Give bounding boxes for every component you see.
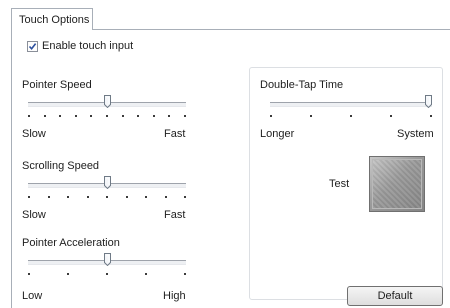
slider-tick: [28, 196, 30, 198]
double-tap-min-label: Longer: [260, 128, 295, 140]
double-tap-test-area[interactable]: [369, 156, 425, 212]
double-tap-slider[interactable]: [270, 95, 432, 119]
pointer-acceleration-max-label: High: [163, 290, 186, 302]
slider-tick: [106, 273, 108, 275]
pointer-acceleration-title: Pointer Acceleration: [22, 237, 120, 249]
slider-thumb[interactable]: [104, 253, 111, 266]
checkmark-icon: [28, 42, 37, 50]
enable-touch-row[interactable]: Enable touch input: [27, 40, 133, 52]
slider-tick: [184, 115, 186, 117]
pointer-speed-min-label: Slow: [22, 128, 46, 140]
double-tap-max-label: System: [397, 128, 434, 140]
scrolling-speed-title: Scrolling Speed: [22, 160, 100, 172]
scrolling-speed-slider[interactable]: [28, 176, 186, 200]
enable-touch-label: Enable touch input: [42, 40, 134, 52]
slider-tick: [44, 115, 46, 117]
slider-tick: [122, 115, 124, 117]
scrolling-speed-min-label: Slow: [22, 209, 46, 221]
pointer-speed-slider[interactable]: [28, 95, 186, 119]
slider-thumb[interactable]: [104, 95, 111, 108]
double-tap-title: Double-Tap Time: [260, 79, 344, 91]
pointer-acceleration-min-label: Low: [22, 290, 43, 302]
slider-tick: [184, 273, 186, 275]
slider-thumb[interactable]: [425, 95, 432, 108]
slider-tick: [90, 115, 92, 117]
pointer-speed-max-label: Fast: [164, 128, 186, 140]
slider-tick: [106, 115, 108, 117]
slider-tick: [430, 115, 432, 117]
slider-tick: [153, 115, 155, 117]
slider-tick: [310, 115, 312, 117]
slider-tick: [390, 115, 392, 117]
slider-tick: [165, 196, 167, 198]
slider-tick: [106, 196, 108, 198]
slider-tick: [168, 115, 170, 117]
slider-tick: [28, 273, 30, 275]
default-button[interactable]: Default: [347, 286, 443, 306]
slider-thumb[interactable]: [104, 176, 111, 189]
scrolling-speed-max-label: Fast: [164, 209, 186, 221]
tab-label: Touch Options: [19, 14, 90, 26]
slider-tick: [48, 196, 50, 198]
tab-touch-options[interactable]: Touch Options: [11, 8, 93, 30]
slider-tick: [137, 115, 139, 117]
slider-tick: [350, 115, 352, 117]
slider-tick: [145, 273, 147, 275]
pointer-speed-title: Pointer Speed: [22, 79, 92, 91]
test-label: Test: [329, 178, 350, 190]
slider-tick: [184, 196, 186, 198]
slider-tick: [59, 115, 61, 117]
slider-tick: [87, 196, 89, 198]
pointer-acceleration-slider[interactable]: [28, 253, 186, 277]
slider-tick: [270, 115, 272, 117]
slider-tick: [28, 115, 30, 117]
enable-touch-checkbox[interactable]: [27, 40, 38, 52]
slider-tick: [145, 196, 147, 198]
slider-tick: [67, 196, 69, 198]
slider-track: [270, 102, 432, 107]
slider-tick: [75, 115, 77, 117]
slider-tick: [126, 196, 128, 198]
slider-tick: [67, 273, 69, 275]
